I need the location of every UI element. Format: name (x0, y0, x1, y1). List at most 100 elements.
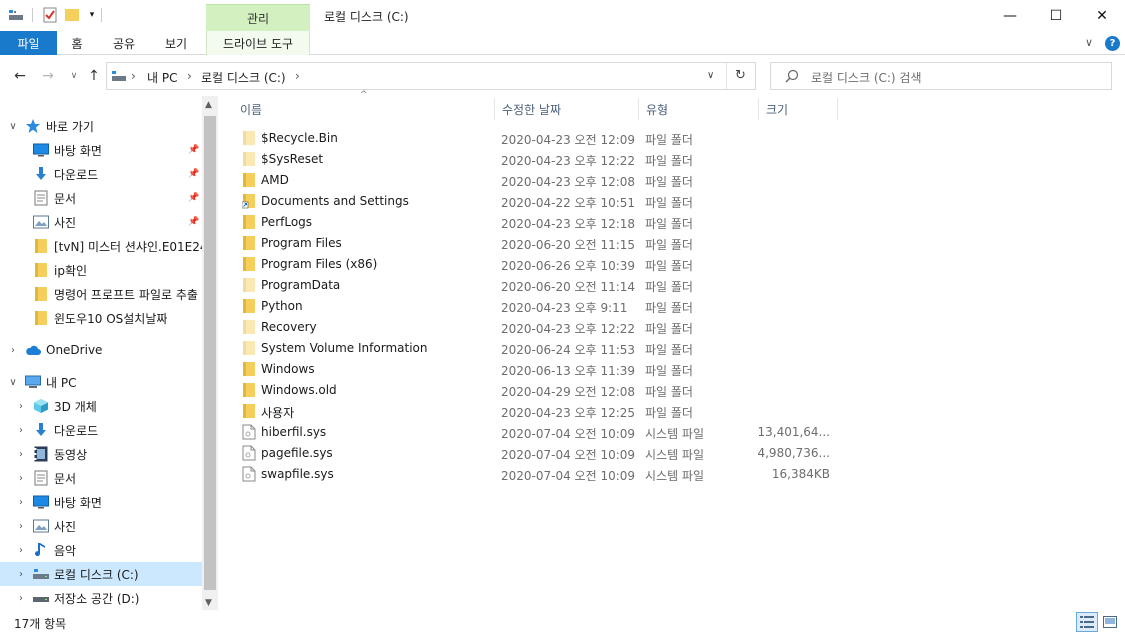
refresh-icon[interactable]: ↻ (735, 68, 746, 83)
file-row[interactable]: Program Files 2020-06-20 오전 11:15 파일 폴더 (236, 233, 836, 254)
folder-icon (33, 286, 49, 302)
large-icons-view-button[interactable] (1099, 612, 1121, 632)
file-row[interactable]: $Recycle.Bin 2020-04-23 오전 12:09 파일 폴더 (236, 128, 836, 149)
file-row[interactable]: $SysReset 2020-04-23 오후 12:22 파일 폴더 (236, 149, 836, 170)
column-header-size[interactable]: 크기 (758, 96, 838, 122)
chevron-right-icon[interactable]: › (16, 593, 26, 604)
tab-file[interactable]: 파일 (0, 31, 57, 55)
breadcrumb-local-disk[interactable]: 로컬 디스크 (C:) (201, 69, 286, 86)
breadcrumb-separator[interactable]: › (131, 69, 136, 83)
file-row[interactable]: swapfile.sys 2020-07-04 오전 10:09 시스템 파일 16,… (236, 464, 836, 485)
details-view-button[interactable] (1076, 612, 1098, 632)
forward-button[interactable]: → (38, 66, 58, 86)
recent-locations-button[interactable]: ∨ (64, 66, 84, 86)
file-row[interactable]: Recovery 2020-04-23 오후 12:22 파일 폴더 (236, 317, 836, 338)
nav-item[interactable]: 명령어 프로프트 파일로 추출 (0, 282, 202, 306)
breadcrumb-this-pc[interactable]: 내 PC (147, 69, 177, 86)
file-row[interactable]: hiberfil.sys 2020-07-04 오전 10:09 시스템 파일 13,… (236, 422, 836, 443)
nav-item[interactable]: ip확인 (0, 258, 202, 282)
breadcrumb-separator[interactable]: › (295, 69, 300, 83)
tab-drive-tools[interactable]: 드라이브 도구 (206, 31, 310, 55)
nav-item[interactable]: ∨ 바로 가기 (0, 114, 202, 138)
file-row[interactable]: Documents and Settings 2020-04-22 오후 10:5… (236, 191, 836, 212)
tab-share[interactable]: 공유 (106, 31, 142, 55)
nav-item[interactable]: 사진 📌 (0, 210, 202, 234)
nav-item[interactable]: › 바탕 화면 (0, 490, 202, 514)
nav-item[interactable]: › 문서 (0, 466, 202, 490)
scroll-up-icon[interactable]: ▲ (205, 100, 212, 110)
minimize-button[interactable]: — (987, 0, 1033, 31)
column-header-type[interactable]: 유형 (638, 96, 758, 122)
nav-item[interactable]: › 로컬 디스크 (C:) (0, 562, 202, 586)
window-title: 로컬 디스크 (C:) (324, 10, 409, 24)
chevron-right-icon[interactable]: › (16, 425, 26, 436)
file-date: 2020-04-23 오전 12:09 (501, 133, 636, 147)
chevron-right-icon[interactable]: › (16, 497, 26, 508)
chevron-down-icon[interactable]: ∨ (8, 121, 18, 132)
chevron-right-icon[interactable]: › (8, 345, 18, 356)
chevron-right-icon[interactable]: › (16, 569, 26, 580)
scroll-down-icon[interactable]: ▼ (205, 598, 212, 608)
chevron-down-icon: ∨ (70, 71, 78, 81)
file-row[interactable]: 사용자 2020-04-23 오후 12:25 파일 폴더 (236, 401, 836, 422)
nav-item[interactable]: 문서 📌 (0, 186, 202, 210)
nav-item-label: 로컬 디스크 (C:) (54, 567, 139, 582)
scroll-thumb[interactable] (204, 116, 216, 590)
up-button[interactable]: ↑ (84, 66, 104, 86)
nav-item-label: 바탕 화면 (54, 495, 102, 510)
back-button[interactable]: ← (10, 66, 30, 86)
nav-item[interactable]: 바탕 화면 📌 (0, 138, 202, 162)
file-row[interactable]: System Volume Information 2020-06-24 오후 1… (236, 338, 836, 359)
file-row[interactable]: pagefile.sys 2020-07-04 오전 10:09 시스템 파일 4,9… (236, 443, 836, 464)
file-row[interactable]: ProgramData 2020-06-20 오전 11:14 파일 폴더 (236, 275, 836, 296)
file-row[interactable]: PerfLogs 2020-04-23 오후 12:18 파일 폴더 (236, 212, 836, 233)
address-bar[interactable]: › 내 PC › 로컬 디스크 (C:) › ∨ ↻ (106, 62, 756, 90)
file-name: System Volume Information (261, 341, 428, 355)
expand-ribbon-icon[interactable]: ∨ (1085, 36, 1093, 49)
column-header-name[interactable]: 이름 (232, 96, 494, 122)
maximize-button[interactable]: ☐ (1033, 0, 1079, 31)
nav-item[interactable]: › 저장소 공간 (D:) (0, 586, 202, 610)
search-box[interactable]: 로컬 디스크 (C:) 검색 (770, 62, 1112, 90)
customize-qat-icon[interactable]: ▾ (84, 7, 100, 23)
file-type: 파일 폴더 (645, 364, 693, 378)
chevron-right-icon[interactable]: › (16, 545, 26, 556)
breadcrumb-separator[interactable]: › (187, 69, 192, 83)
nav-item[interactable]: › 사진 (0, 514, 202, 538)
nav-item[interactable]: › OneDrive (0, 338, 202, 362)
new-folder-icon[interactable] (64, 7, 80, 23)
file-name: $Recycle.Bin (261, 131, 338, 145)
large-icons-view-icon (1103, 616, 1117, 628)
chevron-down-icon[interactable]: ∨ (8, 377, 18, 388)
properties-icon[interactable] (42, 7, 58, 23)
nav-item[interactable]: › 3D 개체 (0, 394, 202, 418)
tab-view[interactable]: 보기 (158, 31, 194, 55)
chevron-right-icon[interactable]: › (16, 449, 26, 460)
quick-access-drive-icon[interactable] (8, 7, 24, 23)
nav-item[interactable]: › 다운로드 (0, 418, 202, 442)
tab-home[interactable]: 홈 (61, 31, 93, 55)
help-icon[interactable]: ? (1105, 36, 1120, 51)
file-row[interactable]: AMD 2020-04-23 오후 12:08 파일 폴더 (236, 170, 836, 191)
pc-icon (25, 374, 41, 390)
close-button[interactable]: ✕ (1079, 0, 1125, 31)
chevron-right-icon[interactable]: › (16, 401, 26, 412)
nav-item[interactable]: 다운로드 📌 (0, 162, 202, 186)
nav-item[interactable]: ∨ 내 PC (0, 370, 202, 394)
chevron-right-icon[interactable]: › (16, 521, 26, 532)
file-row[interactable]: Windows 2020-06-13 오후 11:39 파일 폴더 (236, 359, 836, 380)
download-icon (33, 166, 49, 182)
nav-item[interactable]: [tvN] 미스터 션샤인.E01E24 (0, 234, 202, 258)
nav-item[interactable]: 윈도우10 OS설치날짜 (0, 306, 202, 330)
manage-tab-group[interactable]: 관리 (206, 4, 310, 31)
nav-scrollbar[interactable]: ▲ ▼ (202, 96, 218, 610)
file-row[interactable]: Python 2020-04-23 오후 9:11 파일 폴더 (236, 296, 836, 317)
chevron-right-icon[interactable]: › (16, 473, 26, 484)
nav-item[interactable]: › 동영상 (0, 442, 202, 466)
address-history-icon[interactable]: ∨ (707, 70, 714, 81)
nav-item[interactable]: › 음악 (0, 538, 202, 562)
file-row[interactable]: Program Files (x86) 2020-06-26 오후 10:39 파일… (236, 254, 836, 275)
column-header-date[interactable]: 수정한 날짜 (494, 96, 638, 122)
file-date: 2020-04-23 오후 12:18 (501, 217, 636, 231)
file-row[interactable]: Windows.old 2020-04-29 오전 12:08 파일 폴더 (236, 380, 836, 401)
